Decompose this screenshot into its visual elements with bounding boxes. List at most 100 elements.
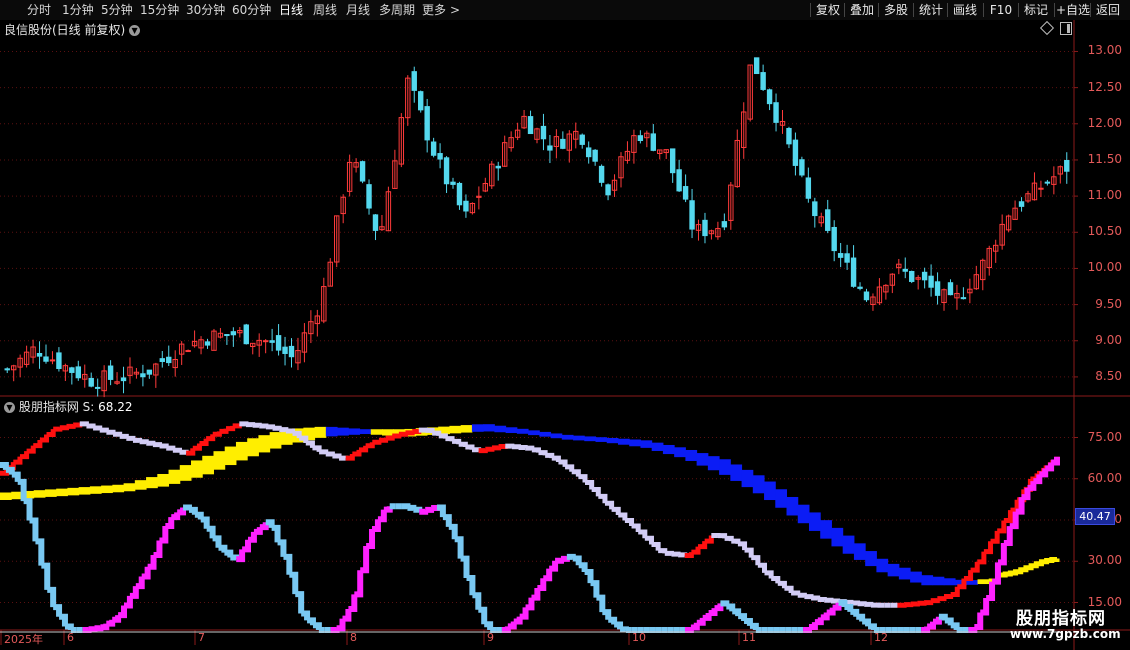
fast-line-segment xyxy=(218,544,228,553)
slow-band-segment xyxy=(134,480,147,490)
slow-band-segment xyxy=(348,428,361,435)
mid-line-segment xyxy=(910,601,920,607)
mid-line-segment xyxy=(963,570,974,581)
fast-line-segment xyxy=(992,562,1001,585)
fast-line-segment xyxy=(377,509,387,523)
mid-line-segment xyxy=(219,428,229,434)
current-value-badge: 40.47 xyxy=(1075,508,1115,525)
fast-line-segment xyxy=(826,607,836,616)
fast-line-segment xyxy=(183,504,192,511)
slow-band-segment xyxy=(449,425,462,434)
fast-line-segment xyxy=(537,578,547,591)
fast-line-segment xyxy=(23,498,33,521)
mid-line-segment xyxy=(378,437,389,443)
mid-line-segment xyxy=(325,451,335,457)
mid-line-segment xyxy=(99,427,109,433)
mid-line-segment xyxy=(159,443,169,449)
fast-line-segment xyxy=(472,592,482,610)
fast-line-segment xyxy=(921,626,931,633)
mid-line-segment xyxy=(478,448,488,454)
mid-line-segment xyxy=(811,595,821,601)
fast-line-segment xyxy=(974,612,984,631)
fast-line-segment xyxy=(442,514,452,527)
candle-body xyxy=(4,368,10,371)
mid-line-segment xyxy=(438,433,448,439)
slow-band-segment xyxy=(168,469,181,484)
mid-line-segment xyxy=(737,541,748,551)
candle-body xyxy=(430,141,437,156)
fast-line-segment xyxy=(968,627,978,633)
candle-body xyxy=(540,125,547,140)
candle-body xyxy=(760,72,766,90)
mid-line-segment xyxy=(638,529,648,539)
fast-line-segment xyxy=(312,622,322,630)
price-axis-label: 11.00 xyxy=(1087,188,1122,203)
mid-line-segment xyxy=(791,590,801,596)
fast-line-segment xyxy=(129,586,139,599)
slow-band-segment xyxy=(629,439,641,447)
fast-line-segment xyxy=(738,613,748,622)
mid-line-segment xyxy=(312,445,322,452)
slow-band-segment xyxy=(640,440,653,448)
mid-line-segment xyxy=(571,469,581,477)
slow-band-segment xyxy=(483,424,495,432)
indicator-axis-label: 30.00 xyxy=(1087,553,1122,568)
mid-line-segment xyxy=(624,518,635,527)
candle-body xyxy=(282,346,288,354)
candle-body xyxy=(1018,201,1025,207)
candle-body xyxy=(204,341,211,346)
fast-line-segment xyxy=(259,522,269,531)
slow-band-segment xyxy=(898,567,911,580)
watermark-name: 股朋指标网 xyxy=(1016,609,1106,629)
slow-band-segment xyxy=(123,483,136,492)
candle-body xyxy=(773,102,779,123)
fast-line-segment xyxy=(100,623,110,631)
slow-band-segment xyxy=(842,535,855,554)
mid-line-segment xyxy=(850,600,861,606)
fast-line-segment xyxy=(153,540,163,559)
indicator-axis-label: 75.00 xyxy=(1087,429,1122,444)
mid-line-segment xyxy=(671,551,681,557)
mid-line-segment xyxy=(471,447,482,453)
mid-line-segment xyxy=(505,443,515,449)
mid-line-segment xyxy=(358,445,369,453)
candle-body xyxy=(766,89,773,105)
mid-line-segment xyxy=(319,449,329,455)
slow-band-segment xyxy=(44,489,57,497)
slow-band-segment xyxy=(910,571,922,583)
price-axis-label: 13.00 xyxy=(1087,43,1122,58)
fast-line-segment xyxy=(744,618,753,626)
fast-line-segment xyxy=(330,627,340,633)
mid-line-segment xyxy=(717,533,728,539)
fast-line-segment xyxy=(986,581,996,601)
fast-line-segment xyxy=(531,587,541,601)
fast-line-segment xyxy=(59,613,68,627)
mid-line-segment xyxy=(272,425,282,431)
candle-body xyxy=(443,157,450,185)
mid-line-segment xyxy=(1010,499,1020,513)
fast-line-segment xyxy=(850,608,860,617)
slow-band-segment xyxy=(382,429,394,436)
candle-body xyxy=(857,286,863,289)
candle-body xyxy=(682,186,689,200)
mid-line-segment xyxy=(897,602,907,608)
slow-band-segment xyxy=(258,435,271,453)
slow-band-segment xyxy=(202,455,214,475)
candle-body xyxy=(592,149,598,162)
candle-body xyxy=(56,352,62,370)
mid-line-segment xyxy=(392,433,402,439)
mid-line-segment xyxy=(644,535,654,545)
slow-band-segment xyxy=(775,489,788,508)
fast-line-segment xyxy=(862,618,872,627)
fast-line-segment xyxy=(165,517,175,529)
mid-line-segment xyxy=(531,447,541,453)
slow-band-segment xyxy=(0,492,12,500)
slow-band-segment xyxy=(741,469,754,488)
fast-line-segment xyxy=(590,580,600,598)
mid-line-segment xyxy=(930,598,940,604)
fast-line-segment xyxy=(1051,456,1060,466)
mid-line-segment xyxy=(86,423,96,429)
fast-line-segment xyxy=(436,504,446,518)
candle-body xyxy=(159,358,165,362)
indicator-axis-label: 60.00 xyxy=(1087,470,1122,485)
